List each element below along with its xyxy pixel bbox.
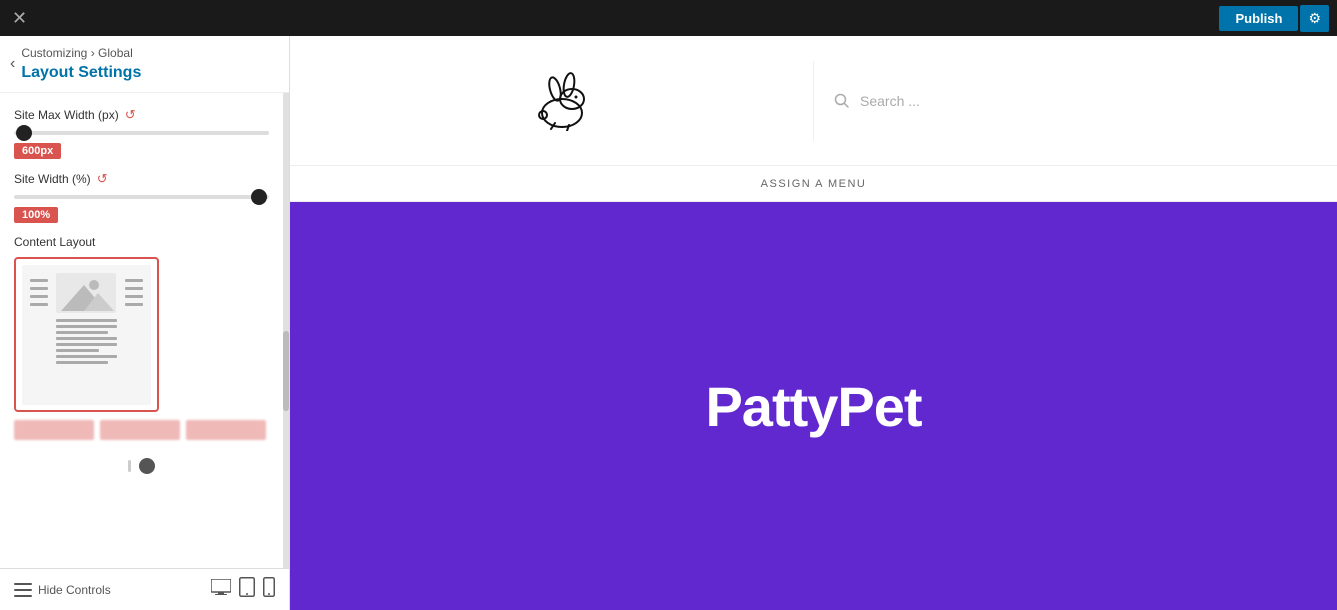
preview-header: Search ...	[290, 36, 1337, 166]
hide-controls-button[interactable]: Hide Controls	[14, 583, 111, 597]
close-button[interactable]: ✕	[8, 5, 31, 31]
blur-item-1	[14, 420, 94, 440]
sidebar-scroll-thumb[interactable]	[283, 331, 289, 411]
preview-logo-area	[330, 71, 793, 131]
text-line-6	[56, 349, 99, 352]
preview-nav: ASSIGN A MENU	[290, 166, 1337, 202]
search-placeholder: Search ...	[860, 93, 920, 109]
line4	[30, 303, 48, 306]
search-icon	[834, 93, 850, 109]
site-max-width-value: 600px	[14, 143, 61, 159]
publish-button[interactable]: Publish	[1219, 6, 1298, 31]
mobile-view-button[interactable]	[263, 577, 275, 602]
text-line-5	[56, 343, 117, 346]
text-line-2	[56, 325, 117, 328]
sidebar-content: Site Max Width (px) ↺ 600px Site Width (…	[0, 93, 283, 568]
layout-option-selected[interactable]	[14, 257, 159, 412]
hamburger-icon	[14, 583, 32, 597]
breadcrumb-customizing: Customizing	[21, 46, 87, 60]
content-layout-label: Content Layout	[14, 235, 269, 249]
settings-button[interactable]: ⚙	[1300, 5, 1329, 32]
line3	[30, 295, 48, 298]
bottom-slider-thumb[interactable]	[139, 458, 155, 474]
mobile-icon	[263, 577, 275, 597]
text-line-3	[56, 331, 108, 334]
desktop-icon	[211, 579, 231, 595]
layout-lines-right	[125, 273, 143, 306]
site-width-label: Site Width (%) ↺	[14, 171, 269, 187]
text-line-1	[56, 319, 117, 322]
back-icon: ‹	[10, 55, 15, 72]
preview-search: Search ...	[834, 93, 1297, 109]
rline2	[125, 287, 143, 290]
site-width-slider[interactable]	[14, 195, 269, 199]
breadcrumb-text: Customizing › Global	[21, 46, 141, 60]
text-line-8	[56, 361, 108, 364]
site-max-width-thumb[interactable]	[16, 125, 32, 141]
top-bar-left: ✕	[8, 5, 31, 31]
site-logo	[517, 71, 607, 131]
layout-preview	[22, 265, 151, 405]
assign-menu-text: ASSIGN A MENU	[761, 178, 867, 190]
line1	[30, 279, 48, 282]
sidebar-footer: Hide Controls	[0, 568, 289, 610]
bottom-slider-area	[14, 458, 269, 474]
close-icon: ✕	[12, 8, 27, 28]
text-line-4	[56, 337, 117, 340]
slider-indicator	[128, 460, 131, 472]
header-divider	[813, 61, 814, 141]
hide-controls-label: Hide Controls	[38, 583, 111, 597]
reset-site-width-icon[interactable]: ↺	[97, 171, 108, 187]
preview-area: Search ... ASSIGN A MENU PattyPet	[290, 36, 1337, 610]
blur-item-2	[100, 420, 180, 440]
rline3	[125, 295, 143, 298]
text-line-7	[56, 355, 117, 358]
breadcrumb-section: Global	[98, 46, 133, 60]
rline1	[125, 279, 143, 282]
footer-icons	[211, 577, 275, 602]
sidebar: ‹ Customizing › Global Layout Settings S…	[0, 36, 290, 610]
hero-title: PattyPet	[705, 374, 921, 439]
text-lines	[56, 319, 117, 364]
rline4	[125, 303, 143, 306]
sidebar-header: ‹ Customizing › Global Layout Settings	[0, 36, 289, 93]
gear-icon: ⚙	[1308, 10, 1321, 26]
mountain-icon	[56, 273, 116, 313]
breadcrumb: Customizing › Global Layout Settings	[21, 46, 141, 82]
reset-max-width-icon[interactable]: ↺	[125, 107, 136, 123]
line2	[30, 287, 48, 290]
tablet-icon	[239, 577, 255, 597]
main-layout: ‹ Customizing › Global Layout Settings S…	[0, 36, 1337, 610]
site-width-value: 100%	[14, 207, 58, 223]
top-bar: ✕ Publish ⚙	[0, 0, 1337, 36]
site-max-width-slider[interactable]	[14, 131, 269, 135]
site-width-thumb[interactable]	[251, 189, 267, 205]
blur-item-3	[186, 420, 266, 440]
publish-area: Publish ⚙	[1219, 5, 1329, 32]
preview-hero: PattyPet	[290, 202, 1337, 610]
desktop-view-button[interactable]	[211, 579, 231, 600]
breadcrumb-sep: ›	[91, 46, 98, 60]
back-button[interactable]: ‹	[10, 53, 21, 75]
tablet-view-button[interactable]	[239, 577, 255, 602]
layout-options-blurred	[14, 420, 269, 440]
site-max-width-label: Site Max Width (px) ↺	[14, 107, 269, 123]
section-title: Layout Settings	[21, 64, 141, 82]
layout-lines-left	[30, 273, 48, 306]
layout-center	[56, 273, 117, 364]
sidebar-scrollbar[interactable]	[283, 93, 289, 568]
